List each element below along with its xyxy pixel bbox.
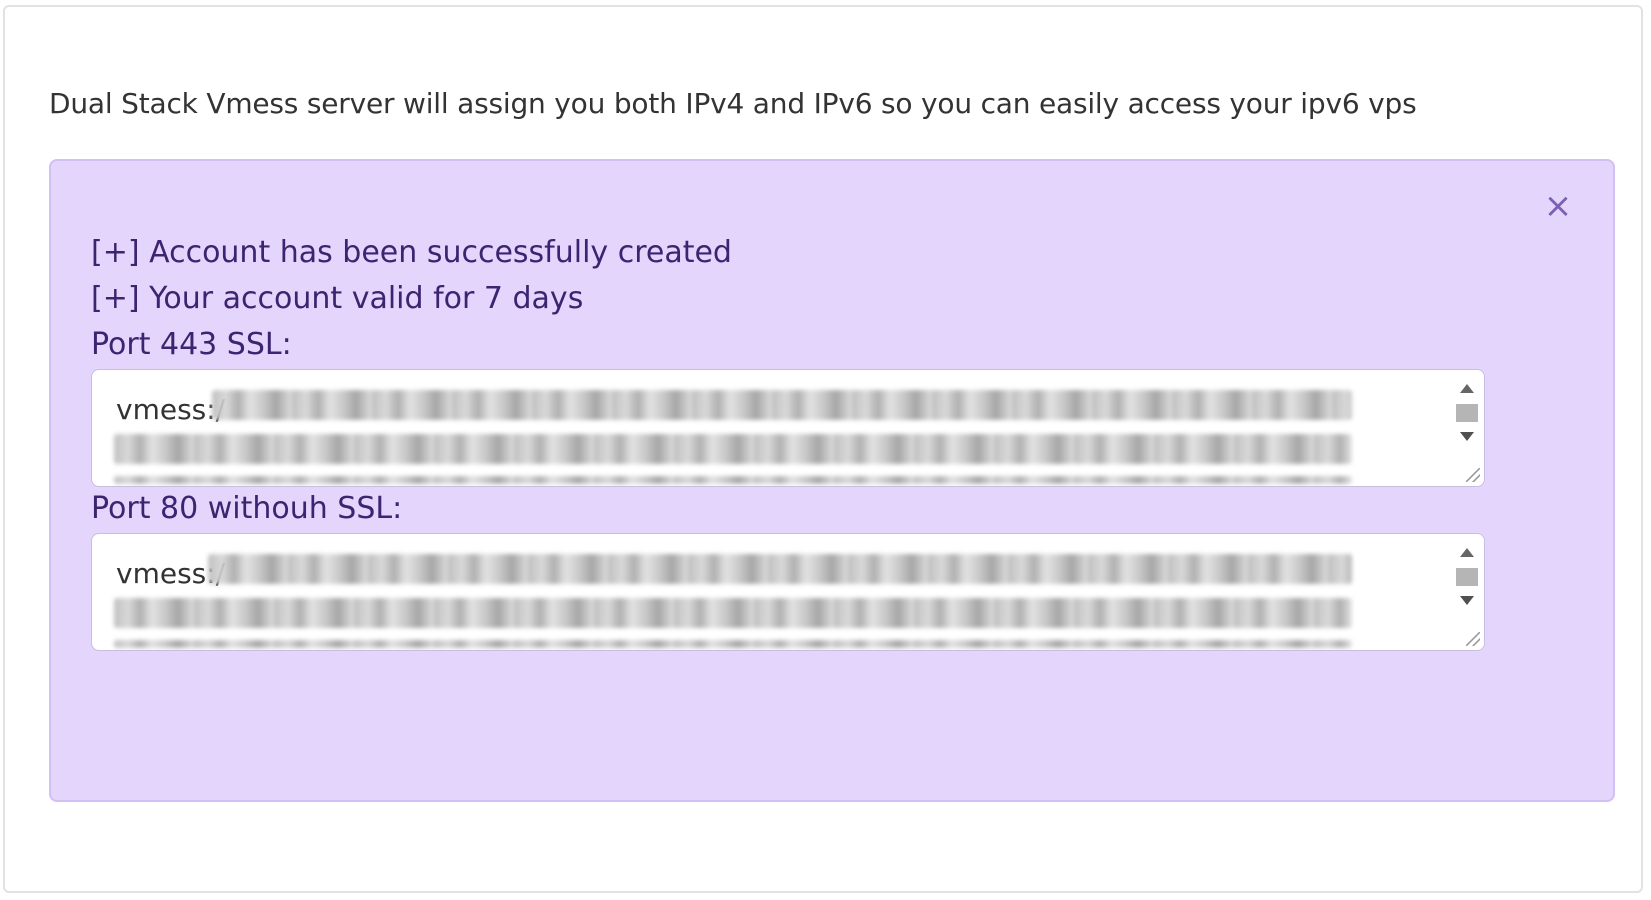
port-80-label: Port 80 withouh SSL: [91,491,403,526]
scroll-up-arrow-icon[interactable] [1460,384,1474,393]
account-created-message: [+] Account has been successfully create… [91,235,732,270]
page-card: Dual Stack Vmess server will assign you … [3,5,1643,893]
ssl-link-redacted-row [212,390,1352,420]
resize-handle-icon[interactable] [1466,468,1480,482]
nonssl-link-redacted-row [208,554,1352,584]
ssl-link-prefix: vmess:/ [116,393,226,426]
ssl-link-redacted-row [114,476,1352,484]
resize-handle-icon[interactable] [1466,632,1480,646]
ssl-link-textarea[interactable]: vmess:/ [91,369,1485,487]
scrollbar-thumb[interactable] [1456,568,1478,586]
validity-message: [+] Your account valid for 7 days [91,281,584,316]
nonssl-link-textarea[interactable]: vmess:/ [91,533,1485,651]
scroll-down-arrow-icon[interactable] [1460,432,1474,441]
port-443-label: Port 443 SSL: [91,327,292,362]
scrollbar-thumb[interactable] [1456,404,1478,422]
nonssl-link-redacted-row [114,640,1352,648]
nonssl-link-redacted-row [114,598,1352,628]
ssl-link-redacted-row [114,434,1352,464]
success-alert: × [+] Account has been successfully crea… [49,159,1615,802]
close-icon[interactable]: × [1543,189,1573,223]
scroll-up-arrow-icon[interactable] [1460,548,1474,557]
scroll-down-arrow-icon[interactable] [1460,596,1474,605]
intro-text: Dual Stack Vmess server will assign you … [49,87,1417,120]
